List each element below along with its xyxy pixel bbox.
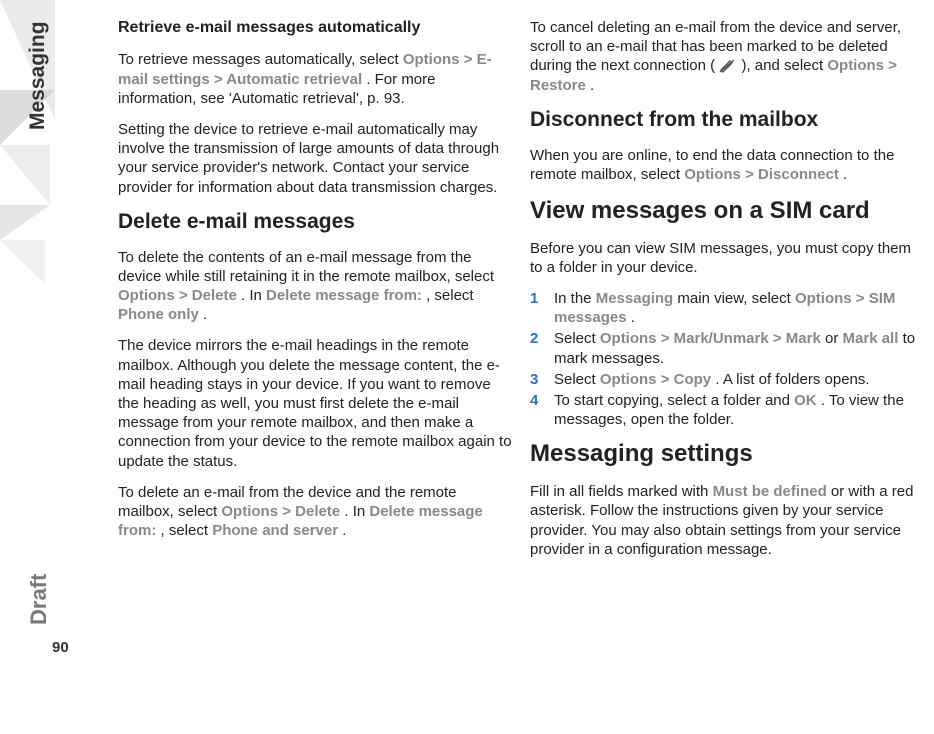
list-body: Select Options > Copy . A list of folder… bbox=[554, 370, 924, 389]
ui-label-options: Options bbox=[684, 166, 741, 183]
separator: > bbox=[773, 330, 786, 347]
list-item: 4 To start copying, select a folder and … bbox=[530, 391, 924, 429]
decoration-triangle bbox=[0, 145, 50, 205]
list-number: 2 bbox=[530, 329, 554, 367]
ui-label-ok: OK bbox=[794, 392, 817, 409]
list-number: 1 bbox=[530, 289, 554, 327]
decoration-triangle bbox=[0, 205, 50, 240]
list-body: Select Options > Mark/Unmark > Mark or M… bbox=[554, 329, 924, 367]
ui-label-must-be-defined: Must be defined bbox=[713, 483, 827, 500]
text: . A list of folders opens. bbox=[715, 371, 869, 388]
decoration-triangle bbox=[0, 240, 45, 284]
ui-label-delete-from: Delete message from: bbox=[266, 287, 422, 304]
ui-label-messaging: Messaging bbox=[596, 290, 674, 307]
paragraph: To cancel deleting an e-mail from the de… bbox=[530, 18, 924, 95]
list-item: 1 In the Messaging main view, select Opt… bbox=[530, 289, 924, 327]
text: . bbox=[203, 306, 207, 323]
list-number: 4 bbox=[530, 391, 554, 429]
ui-label-options: Options bbox=[403, 51, 460, 68]
ui-label-restore: Restore bbox=[530, 77, 586, 94]
ui-label-mark-all: Mark all bbox=[843, 330, 899, 347]
text: ), and select bbox=[741, 57, 827, 74]
ui-label-options: Options bbox=[600, 330, 657, 347]
text: To retrieve messages automatically, sele… bbox=[118, 51, 403, 68]
paragraph: When you are online, to end the data con… bbox=[530, 146, 924, 184]
heading-delete: Delete e-mail messages bbox=[118, 209, 512, 236]
side-tab-messaging: Messaging bbox=[26, 21, 50, 130]
paragraph: Setting the device to retrieve e-mail au… bbox=[118, 120, 512, 197]
ui-label-disconnect: Disconnect bbox=[758, 166, 839, 183]
list-body: In the Messaging main view, select Optio… bbox=[554, 289, 924, 327]
ui-label-mark: Mark bbox=[786, 330, 821, 347]
separator: > bbox=[661, 330, 674, 347]
separator: > bbox=[214, 71, 226, 88]
ui-label-options: Options bbox=[795, 290, 852, 307]
text: Select bbox=[554, 330, 600, 347]
ui-label-options: Options bbox=[600, 371, 657, 388]
text: Select bbox=[554, 371, 600, 388]
list-number: 3 bbox=[530, 370, 554, 389]
separator: > bbox=[661, 371, 674, 388]
heading-sim: View messages on a SIM card bbox=[530, 196, 924, 227]
heading-disconnect: Disconnect from the mailbox bbox=[530, 107, 924, 134]
side-tab-draft: Draft bbox=[26, 574, 52, 625]
separator: > bbox=[282, 503, 295, 520]
text: . In bbox=[241, 287, 266, 304]
separator: > bbox=[179, 287, 192, 304]
text: , select bbox=[426, 287, 474, 304]
text: . bbox=[342, 522, 346, 539]
list-item: 3 Select Options > Copy . A list of fold… bbox=[530, 370, 924, 389]
ui-label-delete: Delete bbox=[192, 287, 237, 304]
text: . bbox=[843, 166, 847, 183]
text: . bbox=[590, 77, 594, 94]
ui-label-delete: Delete bbox=[295, 503, 340, 520]
heading-messaging-settings: Messaging settings bbox=[530, 439, 924, 470]
ui-label-options: Options bbox=[221, 503, 278, 520]
separator: > bbox=[856, 290, 869, 307]
paragraph: To retrieve messages automatically, sele… bbox=[118, 50, 512, 108]
text: To start copying, select a folder and bbox=[554, 392, 794, 409]
text: In the bbox=[554, 290, 596, 307]
ordered-list: 1 In the Messaging main view, select Opt… bbox=[530, 289, 924, 429]
text: . bbox=[631, 309, 635, 326]
ui-label-phone-and-server: Phone and server bbox=[212, 522, 338, 539]
column-left: Retrieve e-mail messages automatically T… bbox=[118, 10, 512, 571]
column-right: To cancel deleting an e-mail from the de… bbox=[530, 10, 924, 571]
list-body: To start copying, select a folder and OK… bbox=[554, 391, 924, 429]
paragraph: To delete the contents of an e-mail mess… bbox=[118, 248, 512, 325]
paragraph: The device mirrors the e-mail headings i… bbox=[118, 336, 512, 470]
text: , select bbox=[161, 522, 213, 539]
ui-label-mark-unmark: Mark/Unmark bbox=[674, 330, 769, 347]
separator: > bbox=[745, 166, 758, 183]
separator: > bbox=[888, 57, 897, 74]
separator: > bbox=[464, 51, 477, 68]
ui-label-options: Options bbox=[118, 287, 175, 304]
paragraph: To delete an e-mail from the device and … bbox=[118, 483, 512, 541]
paragraph: Before you can view SIM messages, you mu… bbox=[530, 239, 924, 277]
content-columns: Retrieve e-mail messages automatically T… bbox=[118, 10, 924, 571]
text: or bbox=[825, 330, 843, 347]
paragraph: Fill in all fields marked with Must be d… bbox=[530, 482, 924, 559]
text: . In bbox=[344, 503, 369, 520]
ui-label-phone-only: Phone only bbox=[118, 306, 199, 323]
heading-retrieve: Retrieve e-mail messages automatically bbox=[118, 18, 512, 38]
ui-label-options: Options bbox=[827, 57, 884, 74]
page-number: 90 bbox=[52, 639, 69, 656]
text: Fill in all fields marked with bbox=[530, 483, 713, 500]
list-item: 2 Select Options > Mark/Unmark > Mark or… bbox=[530, 329, 924, 367]
text: main view, select bbox=[677, 290, 795, 307]
ui-label-copy: Copy bbox=[674, 371, 712, 388]
text: To delete the contents of an e-mail mess… bbox=[118, 249, 494, 285]
pencil-strike-icon bbox=[719, 59, 737, 73]
ui-label-automatic-retrieval: Automatic retrieval bbox=[226, 71, 362, 88]
